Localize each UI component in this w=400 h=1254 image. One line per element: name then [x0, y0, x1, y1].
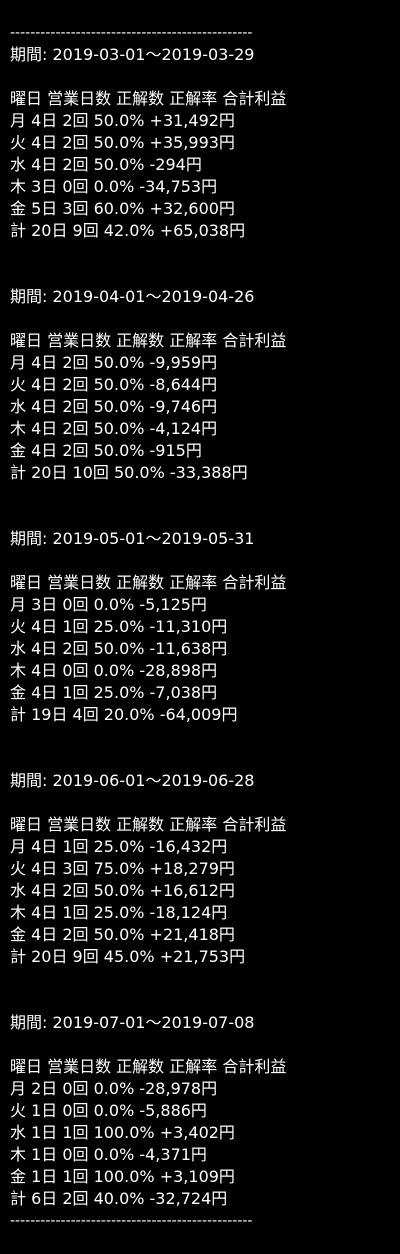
table-header-row: 曜日 営業日数 正解数 正解率 合計利益	[10, 573, 287, 592]
period-title: 期間: 2019-06-01～2019-06-28	[10, 770, 390, 792]
period-label: 期間:	[10, 287, 48, 306]
period-label: 期間:	[10, 529, 48, 548]
table-header-row: 曜日 営業日数 正解数 正解率 合計利益	[10, 1057, 287, 1076]
table-row: 木 4日 1回 25.0% -18,124円	[10, 903, 228, 922]
table-row: 木 4日 0回 0.0% -28,898円	[10, 661, 218, 680]
table-row: 水 4日 2回 50.0% -294円	[10, 155, 202, 174]
table-header-row: 曜日 営業日数 正解数 正解率 合計利益	[10, 815, 287, 834]
period-spacer	[10, 726, 390, 770]
table-row: 木 4日 2回 50.0% -4,124円	[10, 419, 218, 438]
period-title: 期間: 2019-04-01～2019-04-26	[10, 286, 390, 308]
table-row: 水 4日 2回 50.0% -11,638円	[10, 639, 228, 658]
table-row: 月 4日 2回 50.0% -9,959円	[10, 353, 218, 372]
period-block-2019-07: 期間: 2019-07-01～2019-07-08 曜日 営業日数 正解数 正解…	[10, 1012, 390, 1210]
period-range: 2019-06-01～2019-06-28	[52, 771, 255, 790]
period-title: 期間: 2019-07-01～2019-07-08	[10, 1012, 390, 1034]
period-label: 期間:	[10, 45, 48, 64]
period-range: 2019-05-01～2019-05-31	[52, 529, 255, 548]
period-spacer	[10, 968, 390, 1012]
table-row: 金 4日 2回 50.0% -915円	[10, 441, 202, 460]
table-row: 月 4日 2回 50.0% +31,492円	[10, 111, 235, 130]
table-row: 月 4日 1回 25.0% -16,432円	[10, 837, 228, 856]
period-block-2019-04: 期間: 2019-04-01～2019-04-26 曜日 営業日数 正解数 正解…	[10, 286, 390, 484]
period-range: 2019-03-01～2019-03-29	[52, 45, 255, 64]
table-row: 火 1日 0回 0.0% -5,886円	[10, 1101, 207, 1120]
period-title: 期間: 2019-05-01～2019-05-31	[10, 528, 390, 550]
period-spacer	[10, 242, 390, 286]
period-spacer	[10, 484, 390, 528]
period-block-2019-05: 期間: 2019-05-01～2019-05-31 曜日 営業日数 正解数 正解…	[10, 528, 390, 726]
period-block-2019-03: 期間: 2019-03-01～2019-03-29 曜日 営業日数 正解数 正解…	[10, 44, 390, 242]
divider-top: ----------------------------------------…	[10, 25, 253, 41]
table-row: 水 4日 2回 50.0% -9,746円	[10, 397, 218, 416]
table-row: 月 3日 0回 0.0% -5,125円	[10, 595, 207, 614]
table-row: 金 1日 1回 100.0% +3,109円	[10, 1167, 235, 1186]
table-row: 金 5日 3回 60.0% +32,600円	[10, 199, 235, 218]
table-row: 火 4日 3回 75.0% +18,279円	[10, 859, 235, 878]
period-block-2019-06: 期間: 2019-06-01～2019-06-28 曜日 営業日数 正解数 正解…	[10, 770, 390, 968]
divider-bottom: ----------------------------------------…	[10, 1213, 253, 1229]
table-row: 水 1日 1回 100.0% +3,402円	[10, 1123, 235, 1142]
table-row: 木 1日 0回 0.0% -4,371円	[10, 1145, 207, 1164]
report-container: ----------------------------------------…	[10, 22, 390, 1232]
period-range: 2019-07-01～2019-07-08	[52, 1013, 255, 1032]
table-total-row: 計 20日 10回 50.0% -33,388円	[10, 463, 248, 482]
table-row: 金 4日 2回 50.0% +21,418円	[10, 925, 235, 944]
period-label: 期間:	[10, 1013, 48, 1032]
table-total-row: 計 19日 4回 20.0% -64,009円	[10, 705, 238, 724]
table-row: 木 3日 0回 0.0% -34,753円	[10, 177, 218, 196]
table-row: 水 4日 2回 50.0% +16,612円	[10, 881, 235, 900]
period-range: 2019-04-01～2019-04-26	[52, 287, 255, 306]
table-header-row: 曜日 営業日数 正解数 正解率 合計利益	[10, 89, 287, 108]
table-total-row: 計 6日 2回 40.0% -32,724円	[10, 1189, 228, 1208]
table-row: 月 2日 0回 0.0% -28,978円	[10, 1079, 218, 1098]
table-header-row: 曜日 営業日数 正解数 正解率 合計利益	[10, 331, 287, 350]
period-title: 期間: 2019-03-01～2019-03-29	[10, 44, 390, 66]
table-total-row: 計 20日 9回 42.0% +65,038円	[10, 221, 246, 240]
table-row: 金 4日 1回 25.0% -7,038円	[10, 683, 218, 702]
table-total-row: 計 20日 9回 45.0% +21,753円	[10, 947, 246, 966]
table-row: 火 4日 2回 50.0% +35,993円	[10, 133, 235, 152]
table-row: 火 4日 1回 25.0% -11,310円	[10, 617, 228, 636]
table-row: 火 4日 2回 50.0% -8,644円	[10, 375, 218, 394]
period-label: 期間:	[10, 771, 48, 790]
